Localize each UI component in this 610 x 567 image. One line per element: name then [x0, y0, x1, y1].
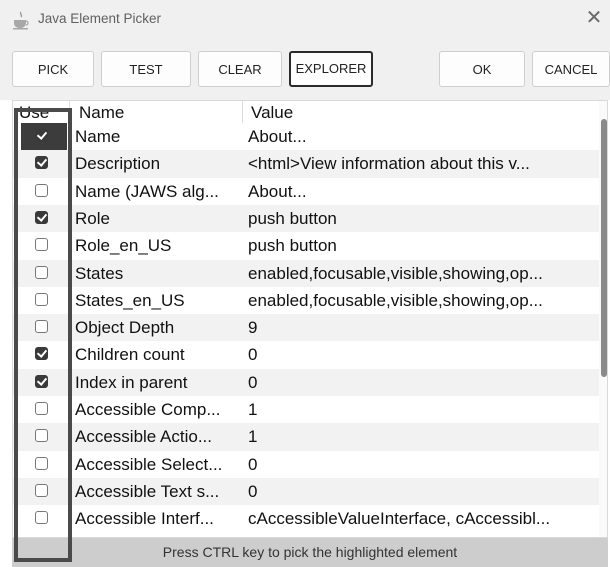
- table-row[interactable]: Description <html>View information about …: [13, 150, 599, 178]
- use-checkbox[interactable]: [35, 483, 48, 497]
- property-value: 1: [248, 427, 258, 447]
- toolbar: PICK TEST CLEAR EXPLORER OK CANCEL: [0, 38, 610, 100]
- table-row[interactable]: Accessible Select... 0: [13, 451, 599, 478]
- property-value: 0: [248, 454, 258, 474]
- property-value: About...: [248, 127, 307, 146]
- property-value: <html>View information about this v...: [248, 154, 530, 174]
- property-value: 9: [248, 318, 258, 338]
- table-row[interactable]: Index in parent 0: [13, 368, 599, 396]
- table-row[interactable]: Role_en_US push button: [13, 232, 599, 259]
- test-button[interactable]: TEST: [101, 51, 191, 87]
- table-row[interactable]: Object Depth 9: [13, 314, 599, 342]
- table-row[interactable]: Role push button: [13, 204, 599, 233]
- property-value: cAccessibleValueInterface, cAccessibl...: [248, 509, 551, 529]
- column-header-name[interactable]: Name: [79, 103, 124, 123]
- property-name: Accessible Text s...: [75, 481, 220, 501]
- use-checkbox[interactable]: [35, 347, 48, 361]
- property-name: States_en_US: [75, 290, 185, 310]
- java-app-icon: [10, 9, 32, 31]
- table-header: Use Name Value: [13, 101, 599, 123]
- column-divider[interactable]: [69, 101, 70, 123]
- table-row[interactable]: Accessible Actio... 1: [13, 423, 599, 451]
- use-checkbox[interactable]: [35, 320, 48, 334]
- use-checkbox[interactable]: [35, 402, 48, 415]
- property-value: push button: [248, 208, 337, 228]
- property-value: enabled,focusable,visible,showing,op...: [248, 290, 543, 310]
- properties-table[interactable]: Use Name Value Name About... Description <h…: [12, 100, 608, 538]
- explorer-button[interactable]: EXPLORER: [289, 51, 373, 87]
- table-row[interactable]: Children count 0: [13, 341, 599, 368]
- table-row[interactable]: Accessible Text s... 0: [13, 477, 599, 506]
- status-bar: Press CTRL key to pick the highlighted e…: [12, 538, 608, 567]
- close-icon[interactable]: ✕: [582, 5, 606, 31]
- property-name: Description: [75, 154, 161, 174]
- property-value: 0: [248, 481, 258, 501]
- table-row[interactable]: States enabled,focusable,visible,showing,…: [13, 259, 599, 287]
- table-row[interactable]: Name (JAWS alg... About...: [13, 178, 599, 205]
- table-row[interactable]: Accessible Comp... 1: [13, 396, 599, 423]
- column-header-use[interactable]: Use: [19, 103, 49, 123]
- property-name: Name (JAWS alg...: [75, 181, 219, 201]
- property-name: Name: [75, 127, 121, 146]
- property-value: About...: [248, 181, 307, 201]
- property-name: States: [75, 263, 124, 283]
- use-checkbox[interactable]: [35, 210, 48, 224]
- use-checkbox[interactable]: [35, 374, 48, 388]
- property-name: Index in parent: [75, 372, 188, 392]
- property-value: 0: [248, 372, 258, 392]
- property-value: 0: [248, 345, 258, 365]
- cancel-button[interactable]: CANCEL: [532, 51, 610, 87]
- table-row[interactable]: Name About...: [13, 123, 599, 150]
- use-checkbox[interactable]: [35, 292, 48, 306]
- column-header-value[interactable]: Value: [251, 103, 293, 123]
- property-name: Role_en_US: [75, 236, 172, 256]
- use-checkbox[interactable]: [35, 265, 48, 279]
- pick-button[interactable]: PICK: [12, 51, 94, 87]
- use-checkbox[interactable]: [35, 429, 48, 443]
- scrollbar-thumb[interactable]: [601, 119, 607, 377]
- title-bar: Java Element Picker ✕: [0, 0, 610, 38]
- property-name: Role: [75, 208, 110, 228]
- use-checkbox[interactable]: [35, 511, 48, 525]
- property-value: enabled,focusable,visible,showing,op...: [248, 263, 543, 283]
- property-name: Object Depth: [75, 318, 175, 338]
- property-name: Accessible Comp...: [75, 400, 221, 419]
- clear-button[interactable]: CLEAR: [198, 51, 282, 87]
- column-divider[interactable]: [242, 101, 243, 123]
- use-checkbox[interactable]: [35, 129, 48, 142]
- table-row[interactable]: States_en_US enabled,focusable,visible,sh…: [13, 287, 599, 314]
- property-name: Accessible Interf...: [75, 509, 214, 529]
- use-checkbox[interactable]: [35, 156, 48, 170]
- property-name: Children count: [75, 345, 185, 365]
- window-title: Java Element Picker: [38, 11, 162, 26]
- use-checkbox[interactable]: [35, 456, 48, 470]
- ok-button[interactable]: OK: [439, 51, 525, 87]
- property-value: push button: [248, 236, 337, 256]
- property-value: 1: [248, 400, 258, 419]
- use-checkbox[interactable]: [35, 183, 48, 197]
- table-row[interactable]: Accessible Interf... cAccessibleValueInte…: [13, 505, 599, 532]
- property-name: Accessible Select...: [75, 454, 223, 474]
- use-checkbox[interactable]: [35, 238, 48, 252]
- property-name: Accessible Actio...: [75, 427, 213, 447]
- vertical-scrollbar[interactable]: [599, 101, 607, 537]
